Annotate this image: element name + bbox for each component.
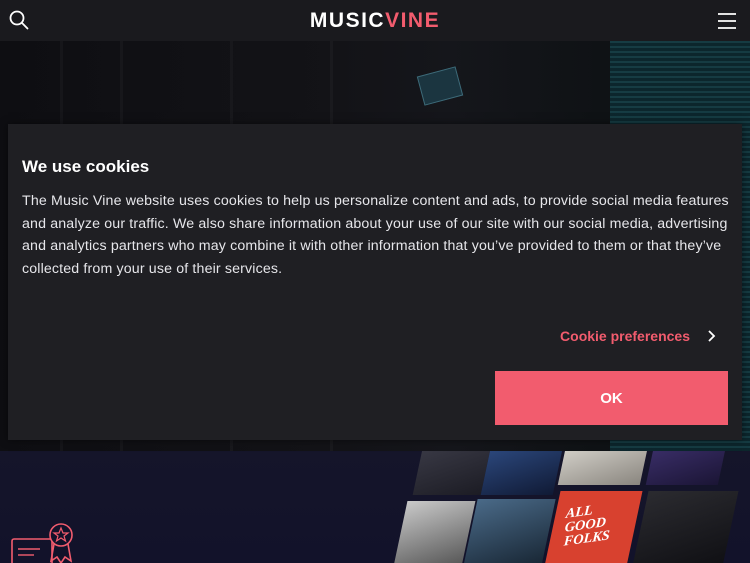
album-art-all-good-folks[interactable]: ALL GOOD FOLKS xyxy=(543,491,643,563)
cookie-dialog-title: We use cookies xyxy=(22,157,150,176)
artist-thumbnail[interactable] xyxy=(480,451,564,495)
music-vine-logo[interactable]: MUSICVINE xyxy=(310,9,440,33)
top-navbar: MUSICVINE xyxy=(0,0,750,41)
logo-text-vine: VINE xyxy=(385,8,441,32)
hero-decor xyxy=(416,66,464,106)
artist-thumbnail[interactable] xyxy=(645,451,727,485)
artist-thumbnail[interactable] xyxy=(557,451,649,485)
cookie-consent-dialog: We use cookies The Music Vine website us… xyxy=(8,124,742,440)
artist-thumbnail[interactable] xyxy=(412,451,492,495)
artist-thumbnail[interactable] xyxy=(392,501,476,563)
hamburger-menu-icon[interactable] xyxy=(716,10,738,32)
cookie-dialog-body: The Music Vine website uses cookies to h… xyxy=(22,193,729,277)
cookie-preferences-label: Cookie preferences xyxy=(560,328,690,344)
ok-button[interactable]: OK xyxy=(495,371,728,425)
artist-thumbnail[interactable] xyxy=(462,499,556,563)
search-icon[interactable] xyxy=(8,9,30,31)
artist-thumbnail[interactable] xyxy=(631,491,739,563)
logo-text-music: MUSIC xyxy=(309,8,386,32)
album-art-text: ALL GOOD FOLKS xyxy=(563,503,611,550)
featured-section: ALL GOOD FOLKS xyxy=(0,451,750,563)
cookie-preferences-link[interactable]: Cookie preferences xyxy=(560,328,716,344)
chevron-right-icon xyxy=(706,329,716,343)
award-ribbon-icon xyxy=(10,521,78,563)
